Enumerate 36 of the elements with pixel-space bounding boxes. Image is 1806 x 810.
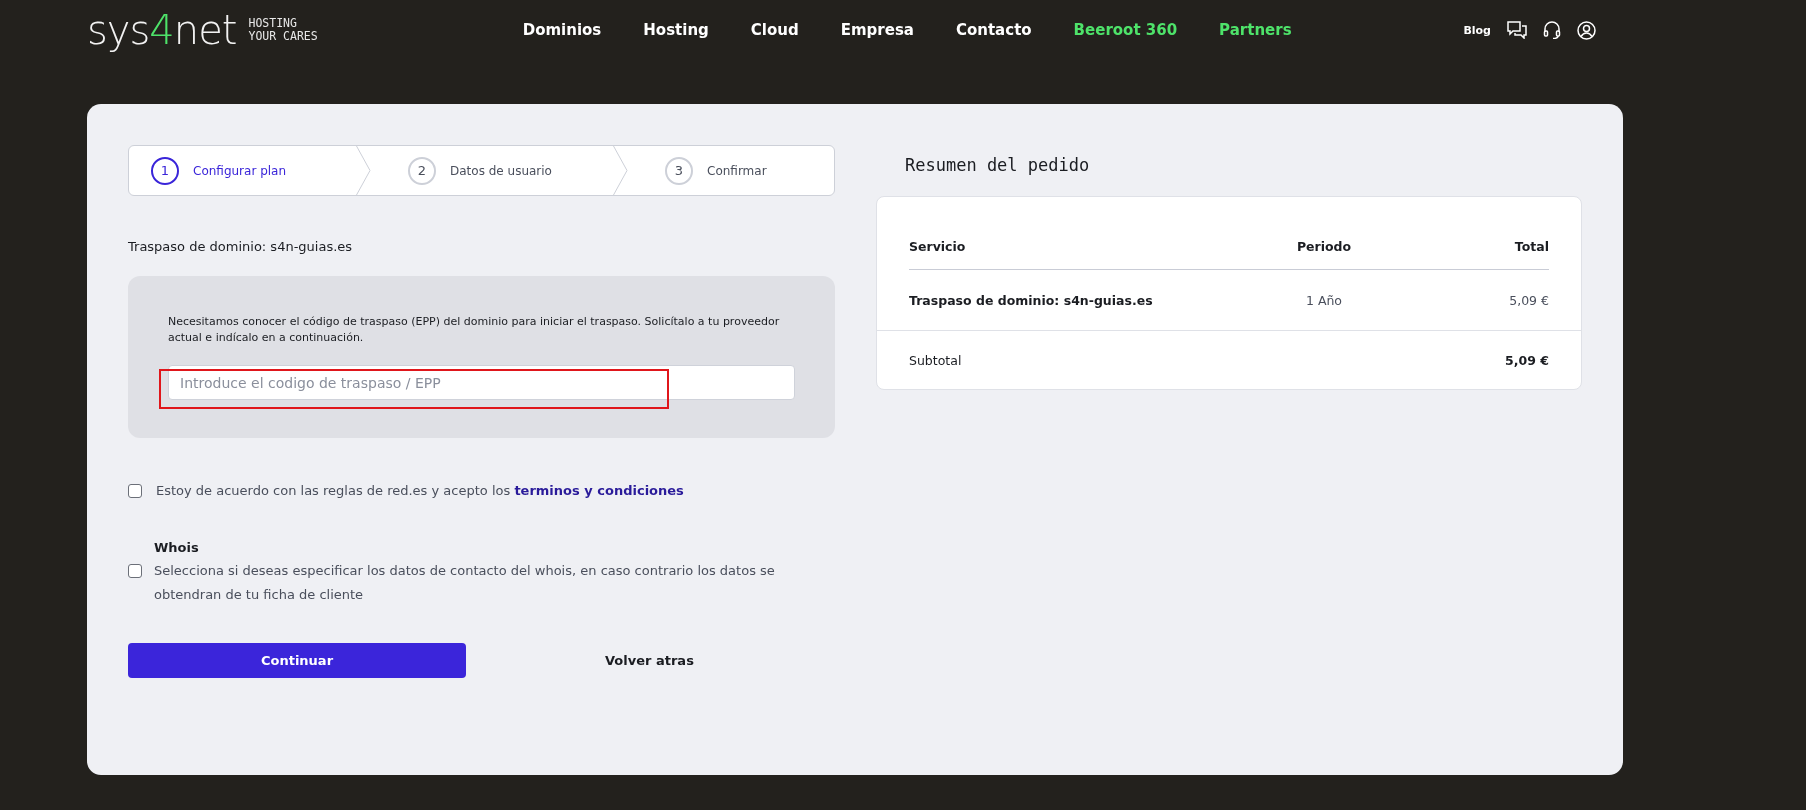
table-cell-text: 1 Año: [1304, 292, 1344, 308]
step-tab[interactable]: 3 Confirmar: [643, 146, 834, 195]
terms-checkbox[interactable]: [128, 483, 142, 498]
nav-link[interactable]: Contacto: [955, 21, 1032, 39]
column-header: Servicio: [909, 238, 967, 254]
continue-button[interactable]: Continuar: [128, 643, 466, 678]
subtotal-label: Subtotal: [909, 352, 963, 368]
subtotal-value: 5,09 €: [1504, 352, 1549, 368]
epp-code-field[interactable]: Introduce el codigo de traspaso / EPP: [168, 365, 795, 400]
summary-title: Resumen del pedido: [905, 155, 1091, 175]
nav-link[interactable]: Empresa: [840, 21, 914, 39]
step-tab[interactable]: 1 Configurar plan: [129, 146, 356, 195]
nav-link[interactable]: Hosting: [643, 21, 709, 39]
column-header: Total: [1513, 238, 1549, 254]
logo-wordmark[interactable]: sys4net: [87, 10, 237, 50]
nav-link[interactable]: Dominios: [522, 21, 602, 39]
table-cell-text: Traspaso de dominio: s4n-guias.es: [909, 292, 1154, 308]
chat-icon[interactable]: [1507, 21, 1527, 39]
table-cell-text: 5,09 €: [1508, 292, 1549, 308]
domain-title: Traspaso de dominio: s4n-guias.es: [128, 239, 354, 254]
back-button[interactable]: Volver atras: [597, 647, 702, 674]
terms-text: Estoy de acuerdo con las reglas de red.es y acepto los terminos y condiciones: [156, 483, 684, 498]
whois-description: Selecciona si deseas especificar los datos de contacto del whois, en caso contrario los datos se obtendran de tu ficha de cliente: [154, 562, 776, 604]
column-header: Periodo: [1295, 238, 1353, 254]
headset-icon[interactable]: [1543, 21, 1561, 39]
logo-tagline: HOSTING YOUR CARES: [248, 17, 318, 43]
blog-link[interactable]: Blog: [1463, 23, 1491, 37]
step-tab[interactable]: 2 Datos de usuario: [386, 146, 613, 195]
nav-link[interactable]: Beeroot 360: [1073, 21, 1178, 39]
nav-link[interactable]: Cloud: [750, 21, 799, 39]
terms-link[interactable]: terminos y condiciones: [514, 483, 684, 498]
whois-title: Whois: [154, 540, 200, 555]
nav-link[interactable]: Partners: [1219, 21, 1292, 39]
whois-checkbox[interactable]: [128, 564, 142, 578]
epp-description: Necesitamos conocer el código de traspaso (EPP) del dominio para iniciar el traspaso. Solicítalo a tu proveedor actual e indícalo en a continuación.: [168, 314, 781, 346]
user-icon[interactable]: [1577, 20, 1596, 40]
